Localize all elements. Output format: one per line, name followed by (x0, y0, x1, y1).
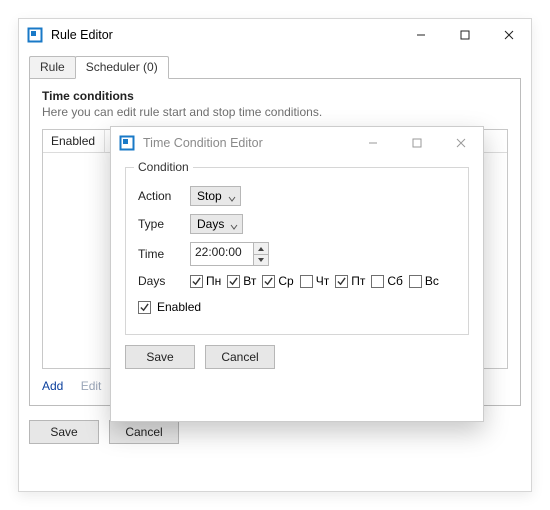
time-spinner (254, 242, 269, 266)
enabled-label: Enabled (157, 300, 201, 314)
section-description: Here you can edit rule start and stop ti… (42, 105, 508, 119)
day-3: Чт (300, 274, 330, 288)
app-icon (27, 27, 43, 43)
dialog-titlebar: Time Condition Editor (111, 127, 483, 159)
enabled-checkbox[interactable] (138, 301, 151, 314)
type-label: Type (138, 217, 190, 231)
day-checkbox[interactable] (190, 275, 203, 288)
time-input[interactable]: 22:00:00 (190, 242, 254, 266)
tab-rule[interactable]: Rule (29, 56, 76, 79)
day-1: Вт (227, 274, 256, 288)
type-value: Days (197, 217, 224, 231)
day-checkbox[interactable] (262, 275, 275, 288)
dialog-save-button[interactable]: Save (125, 345, 195, 369)
day-4: Пт (335, 274, 365, 288)
day-6: Вс (409, 274, 439, 288)
spin-up[interactable] (254, 243, 268, 254)
day-checkbox[interactable] (227, 275, 240, 288)
cancel-button[interactable]: Cancel (109, 420, 179, 444)
maximize-button[interactable] (395, 127, 439, 159)
spin-down[interactable] (254, 254, 268, 265)
day-label: Вт (243, 274, 256, 288)
type-select[interactable]: Days (190, 214, 243, 234)
maximize-button[interactable] (443, 19, 487, 51)
close-button[interactable] (439, 127, 483, 159)
day-label: Сб (387, 274, 403, 288)
window-title: Rule Editor (51, 28, 399, 42)
day-checkbox[interactable] (300, 275, 313, 288)
add-link[interactable]: Add (42, 379, 63, 393)
condition-group: Condition Action Stop Type Days (125, 167, 469, 335)
days-label: Days (138, 274, 190, 288)
column-enabled[interactable]: Enabled (43, 130, 105, 152)
chevron-down-icon (228, 192, 236, 200)
minimize-button[interactable] (399, 19, 443, 51)
day-5: Сб (371, 274, 403, 288)
action-select[interactable]: Stop (190, 186, 241, 206)
edit-link[interactable]: Edit (81, 379, 102, 393)
tab-label: Scheduler (0) (86, 60, 158, 74)
section-title: Time conditions (42, 89, 508, 103)
group-legend: Condition (134, 160, 193, 174)
days-row: Пн Вт Ср Чт Пт Сб Вс (190, 274, 439, 288)
day-label: Ср (278, 274, 293, 288)
save-button[interactable]: Save (29, 420, 99, 444)
time-label: Time (138, 247, 190, 261)
dialog-window-controls (351, 127, 483, 159)
time-field: 22:00:00 (190, 242, 269, 266)
window-controls (399, 19, 531, 51)
dialog-title: Time Condition Editor (143, 136, 351, 150)
tabstrip: Rule Scheduler (0) (29, 57, 521, 79)
action-label: Action (138, 189, 190, 203)
day-checkbox[interactable] (409, 275, 422, 288)
day-label: Пт (351, 274, 365, 288)
main-button-row: Save Cancel (29, 420, 521, 444)
close-button[interactable] (487, 19, 531, 51)
day-checkbox[interactable] (335, 275, 348, 288)
titlebar: Rule Editor (19, 19, 531, 51)
day-checkbox[interactable] (371, 275, 384, 288)
dialog-button-row: Save Cancel (125, 345, 469, 369)
time-condition-dialog: Time Condition Editor Condition Action S… (110, 126, 484, 422)
day-label: Чт (316, 274, 330, 288)
action-value: Stop (197, 189, 222, 203)
chevron-down-icon (230, 220, 238, 228)
day-label: Пн (206, 274, 221, 288)
tab-label: Rule (40, 60, 65, 74)
tab-scheduler[interactable]: Scheduler (0) (75, 56, 169, 79)
app-icon (119, 135, 135, 151)
minimize-button[interactable] (351, 127, 395, 159)
day-label: Вс (425, 274, 439, 288)
day-0: Пн (190, 274, 221, 288)
dialog-cancel-button[interactable]: Cancel (205, 345, 275, 369)
day-2: Ср (262, 274, 293, 288)
